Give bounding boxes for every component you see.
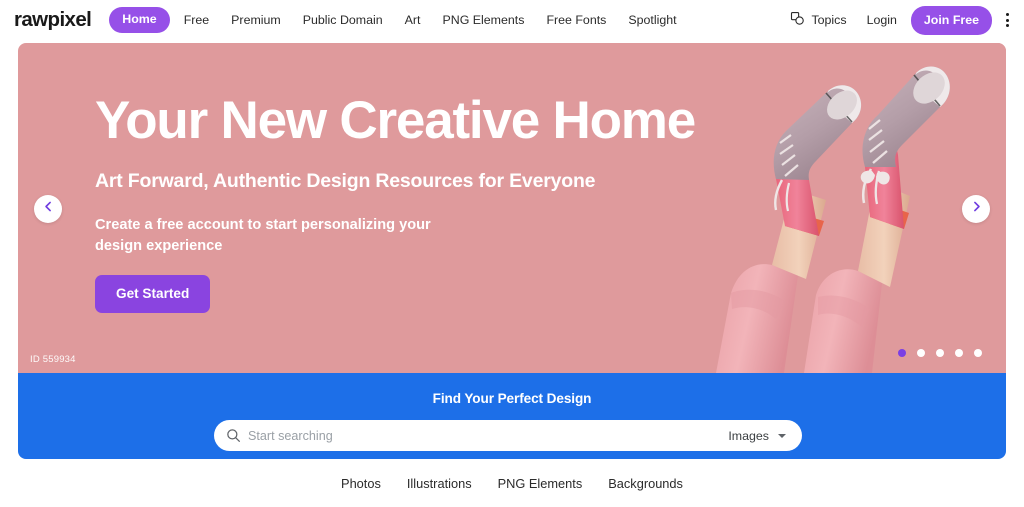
- carousel-dot-1[interactable]: [898, 349, 906, 357]
- category-link-photos[interactable]: Photos: [328, 476, 394, 491]
- nav-link-art[interactable]: Art: [394, 13, 432, 26]
- chevron-left-icon: [42, 200, 55, 218]
- join-free-button[interactable]: Join Free: [910, 5, 992, 35]
- search-band: Find Your Perfect Design Images: [18, 373, 1006, 459]
- nav-link-premium[interactable]: Premium: [220, 13, 292, 26]
- nav-link-home[interactable]: Home: [109, 7, 170, 33]
- hero-subtitle: Art Forward, Authentic Design Resources …: [95, 170, 596, 192]
- search-band-title: Find Your Perfect Design: [432, 391, 592, 406]
- topics-label: Topics: [811, 13, 847, 27]
- login-link[interactable]: Login: [853, 13, 911, 27]
- nav-link-free-fonts[interactable]: Free Fonts: [535, 13, 617, 26]
- hero-card: Your New Creative Home Art Forward, Auth…: [18, 43, 1006, 459]
- hero-title: Your New Creative Home: [95, 91, 696, 150]
- search-type-label: Images: [728, 428, 769, 443]
- carousel-prev-button[interactable]: [34, 195, 62, 223]
- nav-link-spotlight[interactable]: Spotlight: [617, 13, 687, 26]
- carousel-next-button[interactable]: [962, 195, 990, 223]
- carousel-dot-4[interactable]: [955, 349, 963, 357]
- category-link-png-elements[interactable]: PNG Elements: [485, 476, 596, 491]
- category-link-illustrations[interactable]: Illustrations: [394, 476, 485, 491]
- category-link-backgrounds[interactable]: Backgrounds: [595, 476, 696, 491]
- carousel-dots: [898, 349, 982, 357]
- nav-link-png-elements[interactable]: PNG Elements: [431, 13, 535, 26]
- primary-nav-links: Home Free Premium Public Domain Art PNG …: [109, 7, 687, 33]
- rawpixel-logo[interactable]: rawpixel: [14, 9, 92, 31]
- carousel-dot-3[interactable]: [936, 349, 944, 357]
- carousel-dot-2[interactable]: [917, 349, 925, 357]
- search-input[interactable]: [248, 428, 729, 443]
- hero-banner: Your New Creative Home Art Forward, Auth…: [18, 43, 1006, 373]
- category-links: Photos Illustrations PNG Elements Backgr…: [0, 476, 1024, 491]
- kebab-menu-icon[interactable]: [998, 9, 1016, 31]
- carousel-dot-5[interactable]: [974, 349, 982, 357]
- search-type-dropdown[interactable]: Images: [728, 429, 802, 443]
- top-navigation-bar: rawpixel Home Free Premium Public Domain…: [0, 0, 1024, 40]
- get-started-button[interactable]: Get Started: [95, 275, 211, 313]
- image-id-label: ID 559934: [30, 354, 76, 365]
- hero-body-text: Create a free account to start personali…: [95, 217, 431, 254]
- nav-link-public-domain[interactable]: Public Domain: [292, 13, 394, 26]
- shapes-icon: [790, 11, 805, 29]
- search-box[interactable]: Images: [214, 420, 802, 451]
- topics-button[interactable]: Topics: [784, 11, 852, 29]
- search-icon: [214, 428, 248, 443]
- hero-photo-legs-up-sneakers: [676, 43, 1006, 373]
- chevron-right-icon: [970, 200, 983, 218]
- nav-right-actions: Topics Login Join Free: [784, 5, 1024, 35]
- chevron-down-icon: [778, 433, 786, 438]
- nav-link-free[interactable]: Free: [173, 13, 220, 26]
